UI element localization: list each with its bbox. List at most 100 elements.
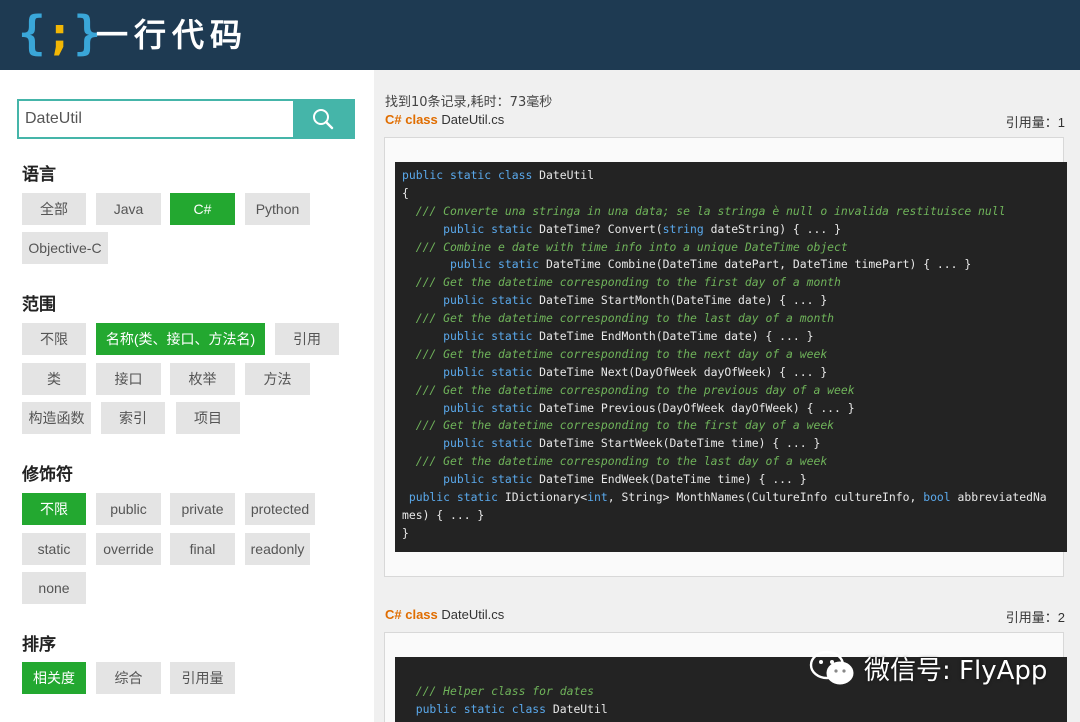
code-line: public static class DateUtil: [395, 701, 1067, 719]
code-token: DateTime EndWeek(DateTime time) { ... }: [539, 472, 807, 487]
code-line: /// Get the datetime corresponding to th…: [395, 453, 1067, 471]
result-file-link[interactable]: DateUtil.cs: [441, 607, 504, 622]
sort-option-references[interactable]: 引用量: [170, 662, 235, 694]
wechat-icon: [809, 650, 854, 685]
code-token: /// Get the datetime corresponding to th…: [402, 275, 841, 290]
code-token: DateTime EndMonth(DateTime date) { ... }: [539, 329, 814, 344]
code-token: DateTime? Convert(: [539, 221, 663, 236]
scope-option-constructor[interactable]: 构造函数: [22, 402, 91, 434]
modifier-option-none[interactable]: none: [22, 572, 86, 604]
scope-option-method[interactable]: 方法: [245, 363, 310, 395]
code-line: /// Get the datetime corresponding to th…: [395, 310, 1067, 328]
code-line: /// Get the datetime corresponding to th…: [395, 417, 1067, 435]
filter-sidebar: 语言 全部 Java C# Python Objective-C 范围 不限 名…: [0, 70, 374, 722]
code-token: DateTime Next(DayOfWeek dayOfWeek) { ...…: [539, 364, 828, 379]
code-token: public static: [402, 293, 540, 308]
code-line: mes) { ... }: [395, 507, 1067, 525]
scope-option-reference[interactable]: 引用: [275, 323, 339, 355]
code-line: public static DateTime Previous(DayOfWee…: [395, 400, 1067, 418]
code-line: public static class DateUtil: [395, 167, 1067, 185]
language-title: 语言: [22, 165, 56, 185]
sort-option-relevance[interactable]: 相关度: [22, 662, 86, 694]
code-line: public static DateTime StartWeek(DateTim…: [395, 435, 1067, 453]
code-token: dateString) { ... }: [703, 221, 841, 236]
scope-option-any[interactable]: 不限: [22, 323, 86, 355]
language-option-csharp[interactable]: C#: [170, 193, 235, 225]
code-line: /// Get the datetime corresponding to th…: [395, 346, 1067, 364]
code-token: public static: [402, 472, 540, 487]
code-token: DateUtil: [552, 701, 608, 716]
language-option-java[interactable]: Java: [96, 193, 161, 225]
code-token: public static: [402, 221, 540, 236]
code-token: /// Get the datetime corresponding to th…: [402, 382, 855, 397]
scope-option-index[interactable]: 索引: [101, 402, 165, 434]
code-token: DateUtil: [539, 168, 595, 182]
code-line: public static DateTime Combine(DateTime …: [395, 256, 1067, 274]
code-token: string: [662, 221, 704, 236]
code-line: public static DateTime Next(DayOfWeek da…: [395, 364, 1067, 382]
language-option-all[interactable]: 全部: [22, 193, 86, 225]
modifier-title: 修饰符: [22, 465, 73, 485]
code-token: , String> MonthNames(CultureInfo culture…: [607, 490, 924, 505]
code-line: /// Get the datetime corresponding to th…: [395, 274, 1067, 292]
result-card: public static class DateUtil{ /// Conver…: [384, 137, 1067, 577]
code-token: public static: [402, 436, 540, 451]
result-kind: C# class: [385, 607, 438, 622]
modifier-option-public[interactable]: public: [96, 493, 161, 525]
code-line: public static DateTime StartMonth(DateTi…: [395, 292, 1067, 310]
code-token: public static class: [402, 168, 540, 182]
modifier-option-static[interactable]: static: [22, 533, 86, 565]
site-header: {;} 一行代码: [0, 0, 1080, 70]
search-input[interactable]: [19, 101, 295, 137]
scope-option-interface[interactable]: 接口: [96, 363, 161, 395]
code-line: {: [395, 185, 1067, 203]
code-token: public static: [402, 364, 540, 379]
result-file-link[interactable]: DateUtil.cs: [441, 112, 504, 127]
code-token: /// Combine e date with time info into a…: [402, 239, 848, 254]
code-token: public static class: [402, 701, 553, 716]
logo-text[interactable]: 一行代码: [96, 14, 248, 56]
language-option-python[interactable]: Python: [245, 193, 310, 225]
scope-option-name[interactable]: 名称(类、接口、方法名): [96, 323, 265, 355]
code-line: /// Get the datetime corresponding to th…: [395, 382, 1067, 400]
logo-icon[interactable]: {;}: [18, 6, 101, 60]
modifier-option-any[interactable]: 不限: [22, 493, 86, 525]
modifier-option-override[interactable]: override: [96, 533, 161, 565]
search-button[interactable]: [293, 101, 353, 137]
code-token: IDictionary<: [504, 490, 588, 505]
code-line: public static DateTime EndWeek(DateTime …: [395, 471, 1067, 489]
code-token: public static: [402, 257, 547, 272]
code-line: }: [395, 525, 1067, 543]
result-header: C# class DateUtil.cs 引用量：2: [385, 607, 1065, 625]
scope-option-class[interactable]: 类: [22, 363, 86, 395]
search-icon: [313, 109, 334, 130]
code-token: DateTime StartWeek(DateTime time) { ... …: [539, 436, 821, 451]
code-token: DateTime Previous(DayOfWeek dayOfWeek) {…: [539, 400, 855, 415]
scope-option-project[interactable]: 项目: [176, 402, 240, 434]
sort-title: 排序: [22, 635, 56, 655]
code-token: /// Get the datetime corresponding to th…: [402, 454, 828, 469]
result-header: C# class DateUtil.cs 引用量：1: [385, 112, 1065, 130]
code-token: /// Helper class for dates: [402, 683, 595, 698]
code-line: /// Combine e date with time info into a…: [395, 239, 1067, 257]
code-token: public static: [402, 490, 505, 505]
result-reference-count: 引用量：1: [1005, 115, 1065, 130]
code-token: mes) { ... }: [402, 507, 485, 522]
scope-option-enum[interactable]: 枚举: [170, 363, 235, 395]
sort-option-overall[interactable]: 综合: [96, 662, 161, 694]
code-block[interactable]: public static class DateUtil{ /// Conver…: [395, 162, 1067, 552]
code-line: public static DateTime EndMonth(DateTime…: [395, 328, 1067, 346]
modifier-option-protected[interactable]: protected: [245, 493, 315, 525]
code-line: public static IDictionary<int, String> M…: [395, 489, 1067, 507]
code-token: /// Converte una stringa in una data; se…: [402, 203, 1006, 218]
result-kind: C# class: [385, 112, 438, 127]
code-line: /// Converte una stringa in una data; se…: [395, 203, 1067, 221]
modifier-option-final[interactable]: final: [170, 533, 235, 565]
code-token: {: [402, 185, 409, 200]
language-option-objective-c[interactable]: Objective-C: [22, 232, 108, 264]
code-token: int: [587, 490, 608, 505]
code-token: /// Get the datetime corresponding to th…: [402, 311, 835, 326]
modifier-option-readonly[interactable]: readonly: [245, 533, 310, 565]
modifier-option-private[interactable]: private: [170, 493, 235, 525]
code-token: public static: [402, 400, 540, 415]
